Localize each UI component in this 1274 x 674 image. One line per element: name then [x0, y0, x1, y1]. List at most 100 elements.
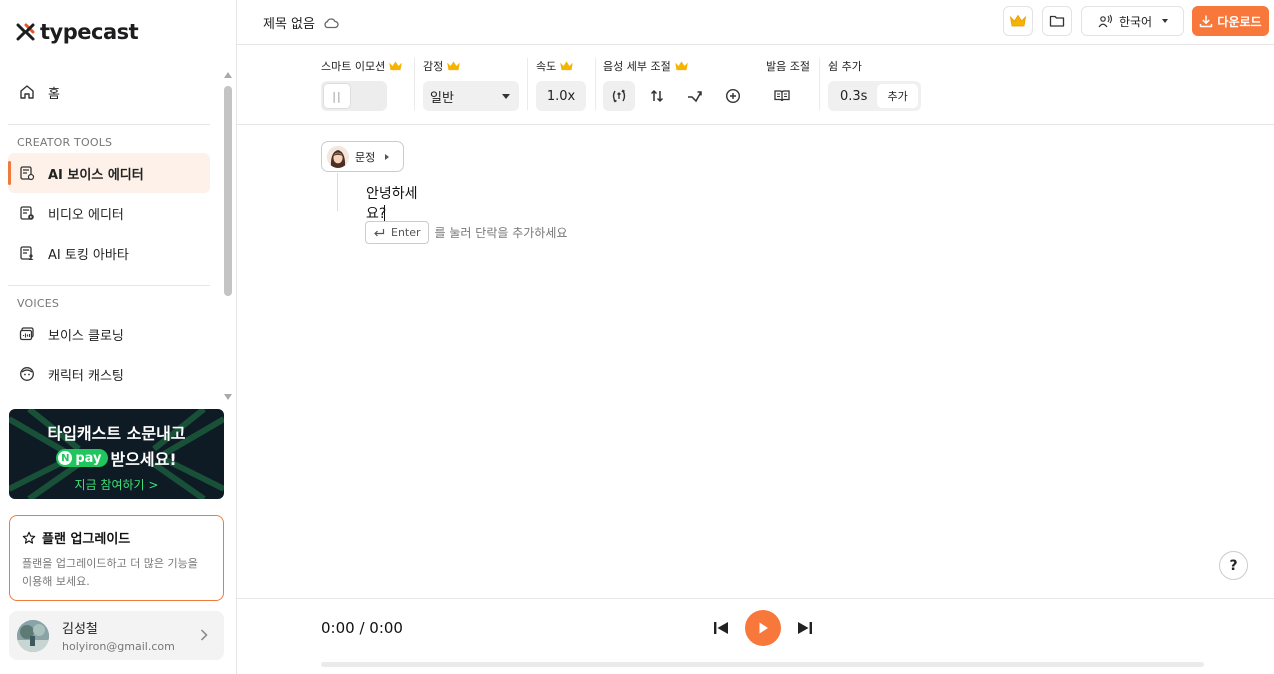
- intonation-button[interactable]: [679, 81, 711, 111]
- smart-emotion-group: 스마트 이모션 ||: [321, 58, 403, 111]
- sidebar-item-video-editor[interactable]: 비디오 에디터: [8, 193, 210, 233]
- rest-add-button[interactable]: 추가: [877, 84, 918, 108]
- play-button[interactable]: [745, 610, 781, 646]
- sidebar-item-label: 보이스 클로닝: [48, 328, 124, 344]
- editor-toolbar: 스마트 이모션 || 감정 일반 속도 1.0x 음성 세부 조절 발음 조절 …: [237, 46, 1274, 125]
- playback-progress-bar[interactable]: [321, 662, 1204, 667]
- skip-next-button[interactable]: [795, 618, 815, 638]
- scroll-up-arrow-icon[interactable]: [224, 72, 232, 78]
- sidebar-item-character-casting[interactable]: 캐릭터 캐스팅: [8, 354, 210, 394]
- add-adjust-button[interactable]: [717, 81, 749, 111]
- app-root: typecast 홈 CREATOR TOOLS AI 보이스 에디터 비디오 …: [0, 0, 1274, 674]
- smart-emotion-label: 스마트 이모션: [321, 58, 403, 74]
- scroll-thumb[interactable]: [224, 86, 232, 296]
- banner-cta-link[interactable]: 지금 참여하기 >: [9, 476, 224, 493]
- promo-banner[interactable]: 타입캐스트 소문내고 N pay 받으세요! 지금 참여하기 >: [9, 409, 224, 499]
- skip-previous-button[interactable]: [711, 618, 731, 638]
- upgrade-title-text: 플랜 업그레이드: [42, 532, 131, 547]
- premium-crown-button[interactable]: [1003, 6, 1033, 36]
- sidebar-item-label: AI 토킹 아바타: [48, 247, 129, 263]
- add-paragraph-hint: Enter 를 눌러 단락을 추가하세요: [365, 221, 567, 244]
- emotion-text: 감정: [423, 60, 444, 73]
- sidebar-item-label: 캐릭터 캐스팅: [48, 368, 124, 384]
- emotion-value: 일반: [430, 90, 454, 106]
- user-info: 김성철 holyiron@gmail.com: [62, 618, 175, 653]
- star-icon: [22, 531, 36, 544]
- voice-cloning-icon: [18, 325, 36, 343]
- banner-title: 타입캐스트 소문내고: [47, 424, 186, 443]
- scroll-down-arrow-icon[interactable]: [224, 394, 232, 400]
- download-button[interactable]: 다운로드: [1192, 6, 1269, 36]
- voice-detail-text: 음성 세부 조절: [603, 60, 671, 73]
- rest-value[interactable]: 0.3s: [840, 89, 867, 104]
- paragraph-text[interactable]: 안녕하세요?: [366, 183, 437, 223]
- rest-text: 쉼 추가: [828, 60, 862, 73]
- top-header: 제목 없음 한국어 다운로드: [237, 0, 1274, 45]
- crown-icon: [674, 61, 688, 71]
- enter-key-badge: Enter: [365, 221, 429, 244]
- speed-button[interactable]: 1.0x: [536, 81, 586, 111]
- sidebar-item-label: 홈: [48, 86, 60, 102]
- download-icon: [1200, 15, 1213, 28]
- pitch-button[interactable]: [641, 81, 673, 111]
- speaker-select[interactable]: 문정: [321, 141, 404, 172]
- user-profile[interactable]: 김성철 holyiron@gmail.com: [9, 611, 224, 660]
- upgrade-card[interactable]: 플랜 업그레이드 플랜을 업그레이드하고 더 많은 기능을 이용해 보세요.: [9, 515, 224, 601]
- rest-control: 0.3s 추가: [828, 81, 921, 111]
- folder-button[interactable]: [1042, 6, 1072, 36]
- emotion-group: 감정 일반: [423, 58, 519, 111]
- pronunciation-dictionary-button[interactable]: [766, 81, 798, 111]
- pronunciation-group: 발음 조절: [766, 58, 810, 111]
- intonation-icon: [688, 91, 702, 103]
- language-label: 한국어: [1118, 14, 1153, 29]
- video-editor-icon: [18, 204, 36, 222]
- download-label: 다운로드: [1217, 14, 1262, 29]
- auto-adjust-button[interactable]: [603, 81, 635, 111]
- chevron-right-icon: [200, 629, 208, 641]
- document-title-text: 제목 없음: [263, 17, 315, 32]
- auto-adjust-icon: [612, 89, 626, 103]
- play-icon: [759, 622, 768, 634]
- npay-n-icon: N: [58, 451, 73, 465]
- sidebar-item-ai-voice-editor[interactable]: AI 보이스 에디터: [8, 153, 210, 193]
- sidebar-item-label: 비디오 에디터: [48, 207, 124, 223]
- toolbar-separator: [819, 58, 820, 110]
- sidebar-item-voice-cloning[interactable]: 보이스 클로닝: [8, 314, 210, 354]
- sidebar-item-home[interactable]: 홈: [8, 72, 210, 112]
- voice-editor-icon: [18, 164, 36, 182]
- home-icon: [18, 83, 36, 101]
- folder-icon: [1049, 15, 1065, 27]
- script-editor: 문정 안녕하세요? Enter 를 눌러 단락을 추가하세요 ?: [237, 126, 1274, 598]
- add-circle-icon: [725, 88, 741, 104]
- enter-key-icon: [374, 228, 385, 236]
- sidebar-scrollbar[interactable]: [223, 72, 233, 400]
- text-cursor: [384, 205, 386, 221]
- document-title[interactable]: 제목 없음: [263, 13, 339, 32]
- paragraph-text-content: 안녕하세요?: [366, 186, 418, 222]
- crown-icon: [447, 61, 460, 71]
- smart-emotion-toggle[interactable]: ||: [321, 81, 387, 111]
- speaker-avatar: [327, 145, 349, 168]
- crown-icon: [560, 61, 573, 71]
- logo[interactable]: typecast: [16, 20, 139, 44]
- banner-subtitle: N pay 받으세요!: [9, 446, 224, 470]
- speed-label: 속도: [536, 58, 586, 74]
- sidebar-nav: 홈 CREATOR TOOLS AI 보이스 에디터 비디오 에디터 AI 토킹…: [8, 72, 210, 394]
- pitch-arrows-icon: [650, 89, 664, 103]
- pronunciation-buttons: [766, 81, 810, 111]
- language-select[interactable]: 한국어: [1081, 6, 1184, 36]
- book-icon: [774, 90, 790, 102]
- playback-time: 0:00 / 0:00: [321, 619, 403, 637]
- cloud-icon: [324, 17, 339, 28]
- audio-player: 0:00 / 0:00: [237, 598, 1274, 674]
- speed-value: 1.0x: [546, 88, 576, 104]
- sidebar-item-talking-avatar[interactable]: AI 토킹 아바타: [8, 233, 210, 273]
- rest-group: 쉼 추가 0.3s 추가: [828, 58, 921, 111]
- toolbar-separator: [414, 58, 415, 110]
- voice-detail-buttons: [603, 81, 749, 111]
- emotion-select[interactable]: 일반: [423, 81, 519, 111]
- smart-emotion-text: 스마트 이모션: [321, 60, 386, 73]
- banner-suffix: 받으세요!: [110, 450, 177, 469]
- character-face-icon: [18, 365, 36, 383]
- help-button[interactable]: ?: [1219, 551, 1248, 580]
